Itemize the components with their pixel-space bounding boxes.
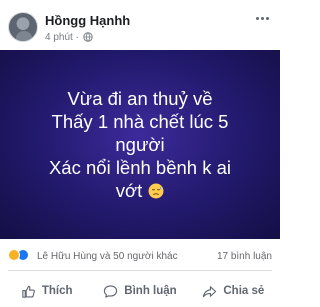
thumbs-up-icon (22, 285, 35, 298)
share-button[interactable]: Chia sẻ (187, 277, 280, 305)
comment-count[interactable]: 17 bình luận (217, 251, 272, 262)
share-button-label: Chia sẻ (223, 285, 265, 297)
post-text-card: Vừa đi an thuỷ về Thấy 1 nhà chết lúc 5 … (0, 50, 280, 239)
more-options-icon[interactable] (252, 10, 272, 26)
reactions-bar: Lê Hữu Hùng và 50 người khác 17 bình luậ… (0, 248, 280, 264)
post-text-line: Xác nổi lềnh bềnh k ai (48, 157, 232, 178)
post-text-last-line: vớt (116, 179, 165, 202)
sad-reaction-icon (8, 249, 20, 261)
like-button-label: Thích (41, 285, 73, 297)
author-name[interactable]: Hồngg Hạnhh (45, 13, 130, 28)
post-timestamp[interactable]: 4 phút · (45, 32, 79, 43)
post-text-line: Vừa đi an thuỷ về (67, 88, 213, 109)
post-header: Hồngg Hạnhh 4 phút · (0, 0, 280, 50)
post-text-line: Thấy 1 nhà chết lúc 5 (51, 111, 229, 132)
share-icon (203, 285, 217, 297)
action-divider (8, 270, 272, 271)
reactors-summary[interactable]: Lê Hữu Hùng và 50 người khác (37, 251, 178, 262)
reaction-icons[interactable] (8, 249, 30, 262)
globe-icon (83, 32, 93, 42)
post-meta: 4 phút · (45, 31, 93, 43)
post-text-line: vớt (115, 180, 143, 201)
author-avatar[interactable] (8, 12, 38, 42)
comment-button-label: Bình luận (124, 285, 177, 297)
sad-face-emoji-icon (148, 183, 164, 198)
post-text-line: người (115, 134, 165, 155)
action-bar: Thích Bình luận Chia sẻ (0, 277, 280, 305)
comment-button[interactable]: Bình luận (93, 277, 186, 305)
comment-icon (104, 284, 118, 298)
like-button[interactable]: Thích (0, 277, 93, 305)
